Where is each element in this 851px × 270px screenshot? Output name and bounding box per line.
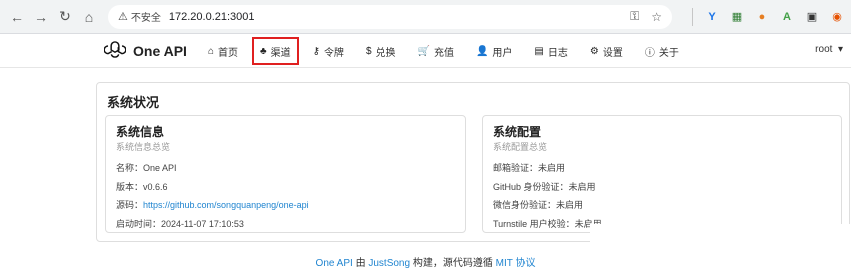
- openai-logo-icon[interactable]: [104, 39, 126, 61]
- nav-label: 充值: [433, 47, 454, 59]
- config-github: GitHub 身份验证：未启用: [493, 181, 596, 192]
- info-version: 版本：v0.6.6: [116, 181, 168, 192]
- footer-by: 由: [352, 258, 369, 269]
- nav-label: 设置: [602, 47, 623, 59]
- info-start-time: 启动时间：2024-11-07 17:10:53: [116, 218, 244, 229]
- nav-label: 关于: [658, 47, 679, 59]
- user-icon: 👤: [475, 45, 489, 57]
- brand-name[interactable]: One API: [133, 43, 187, 59]
- config-wechat: 微信身份验证：未启用: [493, 200, 584, 210]
- key-icon: ⚷: [312, 45, 320, 57]
- nav-label: 令牌: [323, 47, 344, 59]
- nav-item-about[interactable]: ⓘ 关于: [645, 40, 679, 62]
- nav-label: 首页: [218, 47, 239, 59]
- book-icon: ▤: [534, 45, 544, 57]
- footer-middle: 构建，源代码遵循: [410, 258, 496, 269]
- back-icon[interactable]: ←: [6, 6, 28, 28]
- security-indicator[interactable]: ⚠ 不安全: [118, 9, 161, 24]
- system-config-subtitle: 系统配置总览: [493, 142, 548, 152]
- footer-app-link[interactable]: One API: [316, 258, 353, 269]
- nav-item-tokens[interactable]: ⚷ 令牌: [313, 40, 344, 62]
- system-info-title: 系统信息: [116, 125, 165, 139]
- forward-icon[interactable]: →: [30, 6, 52, 28]
- extension-orange-icon[interactable]: ◉: [829, 9, 845, 25]
- browser-toolbar: ← → ↻ ⌂ ⚠ 不安全 172.20.0.21:3001 ⚿ ☆ Y ▦ ●…: [0, 0, 851, 34]
- extension-window-icon[interactable]: ▣: [804, 9, 820, 25]
- sitemap-icon: ♣: [260, 45, 267, 57]
- footer-license-link[interactable]: MIT 协议: [496, 258, 536, 269]
- username: root: [815, 44, 833, 55]
- caret-down-icon: ▾: [835, 44, 843, 55]
- nav-label: 用户: [492, 47, 513, 59]
- extension-cookie-icon[interactable]: ●: [754, 9, 770, 25]
- extension-v-icon[interactable]: Y: [704, 9, 720, 25]
- dollar-icon: $: [365, 45, 372, 57]
- nav-label: 日志: [547, 47, 568, 59]
- nav-item-settings[interactable]: ⚙ 设置: [590, 40, 623, 62]
- extension-grid-icon[interactable]: ▦: [729, 9, 745, 25]
- footer-author-link[interactable]: JustSong: [368, 258, 410, 269]
- nav-item-channels[interactable]: ♣ 渠道: [252, 37, 299, 65]
- bookmark-star-icon[interactable]: ☆: [651, 10, 662, 24]
- info-icon: ⓘ: [644, 47, 655, 59]
- user-dropdown[interactable]: root ▾: [815, 44, 843, 55]
- nav-item-logs[interactable]: ▤ 日志: [534, 40, 567, 62]
- reload-icon[interactable]: ↻: [54, 6, 76, 28]
- key-password-icon[interactable]: ⚿: [630, 9, 639, 24]
- security-label: 不安全: [130, 13, 161, 24]
- system-info-subtitle: 系统信息总览: [116, 142, 171, 152]
- config-email: 邮箱验证：未启用: [493, 163, 566, 173]
- page-title: 系统状况: [107, 95, 160, 110]
- gear-icon: ⚙: [589, 45, 599, 57]
- system-status-card: 系统状况 系统信息 系统信息总览 名称：One API 版本：v0.6.6 源码…: [96, 82, 850, 242]
- app-header: One API ⌂ 首页 ♣ 渠道 ⚷ 令牌 $ 兑换 🛒 充值 👤 用户 ▤ …: [0, 34, 851, 68]
- address-bar[interactable]: ⚠ 不安全 172.20.0.21:3001 ⚿ ☆: [108, 4, 672, 29]
- info-source: 源码：https://github.com/songquanpeng/one-a…: [116, 196, 455, 215]
- nav-item-topup[interactable]: 🛒 充值: [418, 40, 454, 62]
- home-browser-icon[interactable]: ⌂: [78, 6, 100, 28]
- nav-item-users[interactable]: 👤 用户: [476, 40, 512, 62]
- source-label: 源码：: [116, 200, 144, 210]
- system-config-title: 系统配置: [493, 125, 542, 139]
- system-info-panel: 系统信息 系统信息总览 名称：One API 版本：v0.6.6 源码：http…: [105, 115, 466, 233]
- toolbar-divider: [692, 7, 693, 26]
- source-link[interactable]: https://github.com/songquanpeng/one-api: [143, 200, 309, 210]
- warning-icon: ⚠: [118, 11, 128, 23]
- footer: One API 由 JustSong 构建，源代码遵循 MIT 协议: [0, 254, 851, 269]
- cart-icon: 🛒: [417, 45, 430, 57]
- nav-item-redeem[interactable]: $ 兑换: [366, 40, 396, 62]
- info-name: 名称：One API: [116, 163, 177, 173]
- home-icon: ⌂: [208, 45, 215, 57]
- url-text: 172.20.0.21:3001: [168, 10, 255, 23]
- main-nav: ⌂ 首页 ♣ 渠道 ⚷ 令牌 $ 兑换 🛒 充值 👤 用户 ▤ 日志 ⚙ 设置 …: [208, 34, 701, 68]
- nav-label: 兑换: [375, 47, 396, 59]
- nav-label: 渠道: [270, 47, 291, 59]
- nav-item-home[interactable]: ⌂ 首页: [208, 40, 238, 62]
- system-config-panel: 系统配置 系统配置总览 邮箱验证：未启用 GitHub 身份验证：未启用 微信身…: [482, 115, 842, 233]
- extension-a-icon[interactable]: A: [779, 9, 795, 25]
